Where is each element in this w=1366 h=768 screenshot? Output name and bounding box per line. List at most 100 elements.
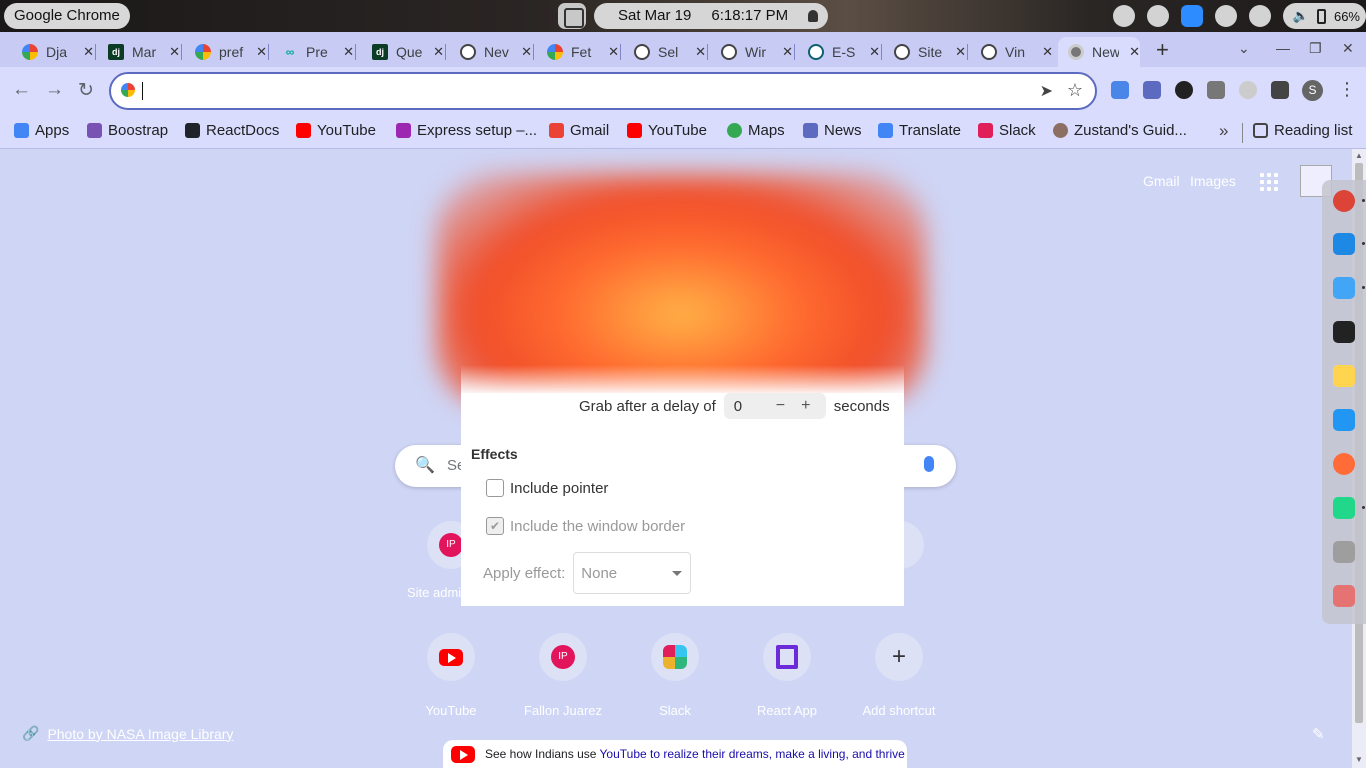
clock[interactable]: Sat Mar 19 6:18:17 PM	[594, 3, 829, 29]
robot-icon[interactable]	[1248, 5, 1271, 27]
vscode-dock-icon[interactable]	[1333, 233, 1355, 255]
promo-link[interactable]: YouTube to realize their dreams, make a …	[600, 747, 905, 761]
scroll-down-arrow-icon[interactable]: ▼	[1355, 755, 1363, 764]
tab[interactable]: pref ✕	[185, 37, 269, 67]
translate-extension-icon[interactable]	[1143, 81, 1161, 99]
tab[interactable]: dj Mar ✕	[98, 37, 182, 67]
tab[interactable]: Nev ✕	[450, 37, 534, 67]
tab[interactable]: ∞ Pre ✕	[272, 37, 356, 67]
bookmark[interactable]: Maps	[727, 122, 785, 139]
finder-dock-icon[interactable]	[1333, 277, 1355, 299]
add-shortcut-button[interactable]: + Add shortcut	[843, 633, 955, 723]
increment-button[interactable]: +	[801, 397, 810, 415]
bookmark[interactable]: Boostrap	[87, 122, 168, 139]
include-pointer-row[interactable]: Include pointer	[486, 479, 608, 497]
bookmark[interactable]: Zustand's Guid...	[1053, 122, 1187, 139]
tab[interactable]: Fet ✕	[537, 37, 621, 67]
screenshot-tool-icon[interactable]	[558, 3, 586, 29]
trash-dock-icon[interactable]	[1333, 541, 1355, 563]
tab-active[interactable]: New ✕	[1058, 37, 1140, 67]
bookmark[interactable]: Slack	[978, 122, 1036, 139]
tab[interactable]: Sel ✕	[624, 37, 708, 67]
images-link[interactable]: Images	[1190, 173, 1236, 189]
chrome-menu-icon[interactable]: ⋮	[1338, 79, 1356, 100]
scroll-up-arrow-icon[interactable]: ▲	[1355, 151, 1363, 160]
reload-button[interactable]: ↻	[78, 79, 94, 102]
include-pointer-checkbox[interactable]	[486, 479, 504, 497]
reading-list-button[interactable]: Reading list	[1253, 122, 1352, 139]
close-tab-icon[interactable]: ✕	[1129, 44, 1140, 60]
sparkle-extension-icon[interactable]	[1239, 81, 1257, 99]
forward-button[interactable]: →	[45, 79, 64, 101]
bookmark[interactable]: Gmail	[549, 122, 609, 139]
google-apps-icon[interactable]	[1260, 173, 1278, 191]
decrement-button[interactable]: −	[776, 397, 785, 415]
postman-dock-icon[interactable]	[1333, 453, 1355, 475]
gmail-link[interactable]: Gmail	[1143, 173, 1180, 189]
bookmark[interactable]: YouTube	[296, 122, 376, 139]
close-tab-icon[interactable]: ✕	[1042, 44, 1053, 60]
close-tab-icon[interactable]: ✕	[433, 44, 444, 60]
shortcut-fallon[interactable]: IP Fallon Juarez	[507, 633, 619, 723]
shield-extension-icon[interactable]	[1207, 81, 1225, 99]
photo-credit-link[interactable]: Photo by NASA Image Library	[47, 726, 233, 742]
bookmark-apps[interactable]: Apps	[14, 122, 69, 139]
new-tab-button[interactable]: +	[1156, 37, 1169, 63]
microphone-icon[interactable]	[924, 456, 934, 472]
back-button[interactable]: ←	[12, 79, 31, 101]
close-tab-icon[interactable]: ✕	[343, 44, 354, 60]
close-tab-icon[interactable]: ✕	[955, 44, 966, 60]
close-tab-icon[interactable]: ✕	[83, 44, 94, 60]
address-bar[interactable]: ➤ ☆	[109, 72, 1097, 110]
restore-button[interactable]: ❐	[1309, 40, 1322, 57]
tab-search-chevron-icon[interactable]: ⌄	[1238, 40, 1250, 57]
drop-icon[interactable]	[1214, 5, 1237, 27]
tab[interactable]: dj Que ✕	[362, 37, 446, 67]
close-tab-icon[interactable]: ✕	[256, 44, 267, 60]
volume-battery-pill[interactable]: 🔈 66%	[1282, 3, 1366, 29]
notes-dock-icon[interactable]	[1333, 365, 1355, 387]
close-tab-icon[interactable]: ✕	[521, 44, 532, 60]
django-icon: dj	[372, 44, 388, 60]
send-icon[interactable]: ➤	[1040, 81, 1053, 101]
shortcut-react-app[interactable]: React App	[731, 633, 843, 723]
bookmark[interactable]: Express setup –...	[396, 122, 537, 139]
launchpad-dock-icon[interactable]	[1333, 585, 1355, 607]
bookmark-star-icon[interactable]: ☆	[1067, 80, 1083, 101]
active-app-name[interactable]: Google Chrome	[4, 3, 130, 29]
tab[interactable]: Wir ✕	[711, 37, 795, 67]
tab[interactable]: Dja ✕	[12, 37, 96, 67]
extension-icon[interactable]	[1111, 81, 1129, 99]
bookmark[interactable]: Translate	[878, 122, 961, 139]
app-store-dock-icon[interactable]	[1333, 409, 1355, 431]
delay-value[interactable]: 0	[734, 398, 744, 415]
puzzle-extensions-icon[interactable]	[1271, 81, 1289, 99]
more-bookmarks-icon[interactable]: »	[1219, 121, 1228, 141]
profile-avatar[interactable]: S	[1302, 80, 1323, 101]
close-tab-icon[interactable]: ✕	[782, 44, 793, 60]
terminal-dock-icon[interactable]	[1333, 321, 1355, 343]
bookmark[interactable]: ReactDocs	[185, 122, 279, 139]
close-tab-icon[interactable]: ✕	[169, 44, 180, 60]
mask-icon[interactable]	[1112, 5, 1135, 27]
shortcut-youtube[interactable]: YouTube	[395, 633, 507, 723]
zoom-icon[interactable]	[1180, 5, 1203, 27]
promo-banner[interactable]: See how Indians use YouTube to realize t…	[443, 740, 907, 768]
pycharm-dock-icon[interactable]	[1333, 497, 1355, 519]
octopus-extension-icon[interactable]	[1175, 81, 1193, 99]
close-tab-icon[interactable]: ✕	[608, 44, 619, 60]
bookmark[interactable]: News	[803, 122, 862, 139]
close-tab-icon[interactable]: ✕	[869, 44, 880, 60]
tab[interactable]: E-S ✕	[798, 37, 882, 67]
delay-spinner[interactable]: 0 − +	[723, 393, 826, 419]
bookmark[interactable]: YouTube	[627, 122, 707, 139]
minimize-button[interactable]: —	[1276, 40, 1290, 56]
tab[interactable]: Site ✕	[884, 37, 968, 67]
customize-pencil-icon[interactable]: ✎	[1312, 725, 1325, 743]
tab[interactable]: Vin ✕	[971, 37, 1053, 67]
settings-wheel-icon[interactable]	[1146, 5, 1169, 27]
chrome-dock-icon[interactable]	[1333, 190, 1355, 212]
shortcut-slack[interactable]: Slack	[619, 633, 731, 723]
close-window-button[interactable]: ✕	[1342, 40, 1354, 57]
close-tab-icon[interactable]: ✕	[695, 44, 706, 60]
